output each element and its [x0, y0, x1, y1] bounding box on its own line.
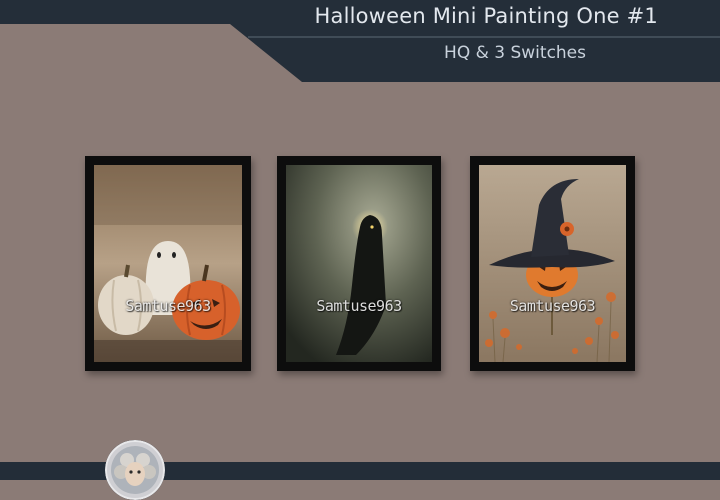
- creator-avatar[interactable]: [105, 440, 165, 500]
- painting-frame-2: Samtuse963: [277, 156, 441, 371]
- watermark-1: Samtuse963: [125, 297, 211, 315]
- ghost-pumpkins-painting: [94, 165, 242, 362]
- painting-frame-1: Samtuse963: [85, 156, 251, 371]
- painting-frame-3: Samtuse963: [470, 156, 635, 371]
- page-title: Halloween Mini Painting One #1: [314, 4, 658, 28]
- watermark-2: Samtuse963: [316, 297, 402, 315]
- pumpkin-witch-painting: [479, 165, 626, 362]
- watermark-3: Samtuse963: [509, 297, 596, 315]
- shadow-figure-painting: [286, 165, 432, 362]
- page-subtitle: HQ & 3 Switches: [444, 43, 586, 63]
